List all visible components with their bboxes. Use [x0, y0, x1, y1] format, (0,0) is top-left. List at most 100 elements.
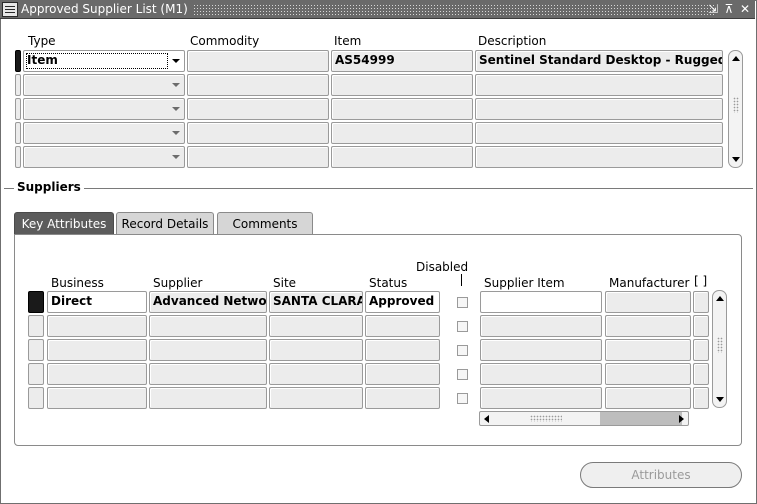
chevron-down-icon[interactable]: [172, 59, 180, 63]
close-icon[interactable]: ✕: [739, 2, 751, 16]
row-indicator[interactable]: [15, 74, 21, 96]
scroll-down-icon[interactable]: [716, 397, 724, 402]
app-icon: [2, 2, 18, 17]
site-field[interactable]: [269, 363, 363, 385]
supplier-field[interactable]: [149, 339, 267, 361]
supplier-item-field[interactable]: [480, 363, 602, 385]
commodity-field[interactable]: [187, 50, 329, 72]
header-manufacturer: Manufacturer: [609, 276, 690, 290]
row-spacer: [693, 363, 709, 385]
row-indicator[interactable]: [28, 315, 44, 337]
asl-vertical-scrollbar[interactable]: [728, 50, 743, 168]
commodity-field[interactable]: [187, 74, 329, 96]
row-indicator[interactable]: [15, 146, 21, 168]
commodity-field[interactable]: [187, 122, 329, 144]
row-indicator[interactable]: [28, 387, 44, 409]
manufacturer-field[interactable]: [605, 387, 691, 409]
disabled-checkbox[interactable]: [457, 393, 468, 404]
header-type: Type: [28, 34, 56, 48]
item-field[interactable]: [331, 146, 473, 168]
status-field[interactable]: [365, 315, 440, 337]
scroll-down-icon[interactable]: [732, 157, 740, 162]
manufacturer-field[interactable]: [605, 339, 691, 361]
row-indicator[interactable]: [15, 98, 21, 120]
item-field[interactable]: [331, 74, 473, 96]
description-field[interactable]: [475, 122, 723, 144]
chevron-down-icon[interactable]: [172, 155, 180, 159]
scroll-thumb[interactable]: [600, 412, 682, 425]
disabled-checkbox[interactable]: [457, 369, 468, 380]
disabled-checkbox[interactable]: [457, 297, 468, 308]
type-combo[interactable]: [23, 122, 185, 144]
row-indicator[interactable]: [15, 122, 21, 144]
suppliers-vertical-scrollbar[interactable]: [712, 290, 727, 408]
manufacturer-field[interactable]: [605, 315, 691, 337]
type-combo[interactable]: [23, 98, 185, 120]
site-field[interactable]: [269, 387, 363, 409]
item-field[interactable]: [331, 98, 473, 120]
description-field[interactable]: [475, 98, 723, 120]
row-spacer: [693, 291, 709, 313]
scroll-up-icon[interactable]: [716, 296, 724, 301]
chevron-down-icon[interactable]: [172, 107, 180, 111]
site-field[interactable]: SANTA CLARA: [269, 291, 363, 313]
window-title: Approved Supplier List (M1): [21, 2, 192, 16]
commodity-field[interactable]: [187, 98, 329, 120]
type-combo[interactable]: Item: [23, 50, 185, 72]
business-field[interactable]: Direct: [47, 291, 147, 313]
business-field[interactable]: [47, 339, 147, 361]
folder-toggle[interactable]: [ ]: [694, 274, 707, 288]
site-field[interactable]: [269, 315, 363, 337]
supplier-field[interactable]: Advanced Network: [149, 291, 267, 313]
maximize-icon[interactable]: ⊼: [723, 2, 735, 16]
status-field[interactable]: [365, 363, 440, 385]
chevron-down-icon[interactable]: [172, 83, 180, 87]
row-indicator-current[interactable]: [28, 291, 44, 313]
supplier-field[interactable]: [149, 387, 267, 409]
business-field[interactable]: [47, 387, 147, 409]
supplier-item-field[interactable]: [480, 339, 602, 361]
row-indicator[interactable]: [28, 363, 44, 385]
status-field[interactable]: Approved: [365, 291, 440, 313]
description-field[interactable]: [475, 146, 723, 168]
suppliers-horizontal-scrollbar[interactable]: [479, 411, 689, 426]
supplier-field[interactable]: [149, 363, 267, 385]
disabled-checkbox[interactable]: [457, 345, 468, 356]
tab-record-details[interactable]: Record Details: [116, 212, 214, 234]
row-indicator[interactable]: [28, 339, 44, 361]
type-combo[interactable]: [23, 146, 185, 168]
status-field[interactable]: [365, 387, 440, 409]
scroll-grip[interactable]: [733, 97, 739, 113]
business-field[interactable]: [47, 363, 147, 385]
tab-comments[interactable]: Comments: [217, 212, 313, 234]
scroll-right-icon[interactable]: [679, 415, 684, 423]
row-spacer: [693, 315, 709, 337]
scroll-grip[interactable]: [530, 415, 562, 422]
supplier-item-field[interactable]: [480, 387, 602, 409]
title-bar-texture: [178, 4, 715, 15]
supplier-item-field[interactable]: [480, 315, 602, 337]
scroll-left-icon[interactable]: [484, 415, 489, 423]
status-field[interactable]: [365, 339, 440, 361]
attributes-button[interactable]: Attributes: [580, 462, 742, 488]
scroll-up-icon[interactable]: [732, 56, 740, 61]
item-field[interactable]: [331, 122, 473, 144]
description-field[interactable]: [475, 74, 723, 96]
tab-key-attributes[interactable]: Key Attributes: [14, 212, 114, 234]
chevron-down-icon[interactable]: [172, 131, 180, 135]
business-field[interactable]: [47, 315, 147, 337]
description-field[interactable]: Sentinel Standard Desktop - Rugged: [475, 50, 723, 72]
row-indicator-current[interactable]: [15, 50, 21, 72]
row-spacer: [693, 339, 709, 361]
manufacturer-field[interactable]: [605, 363, 691, 385]
supplier-item-field[interactable]: [480, 291, 602, 313]
manufacturer-field[interactable]: [605, 291, 691, 313]
restore-icon[interactable]: ⇲: [707, 2, 719, 16]
scroll-grip[interactable]: [717, 337, 723, 353]
commodity-field[interactable]: [187, 146, 329, 168]
disabled-checkbox[interactable]: [457, 321, 468, 332]
item-field[interactable]: AS54999: [331, 50, 473, 72]
type-combo[interactable]: [23, 74, 185, 96]
site-field[interactable]: [269, 339, 363, 361]
supplier-field[interactable]: [149, 315, 267, 337]
